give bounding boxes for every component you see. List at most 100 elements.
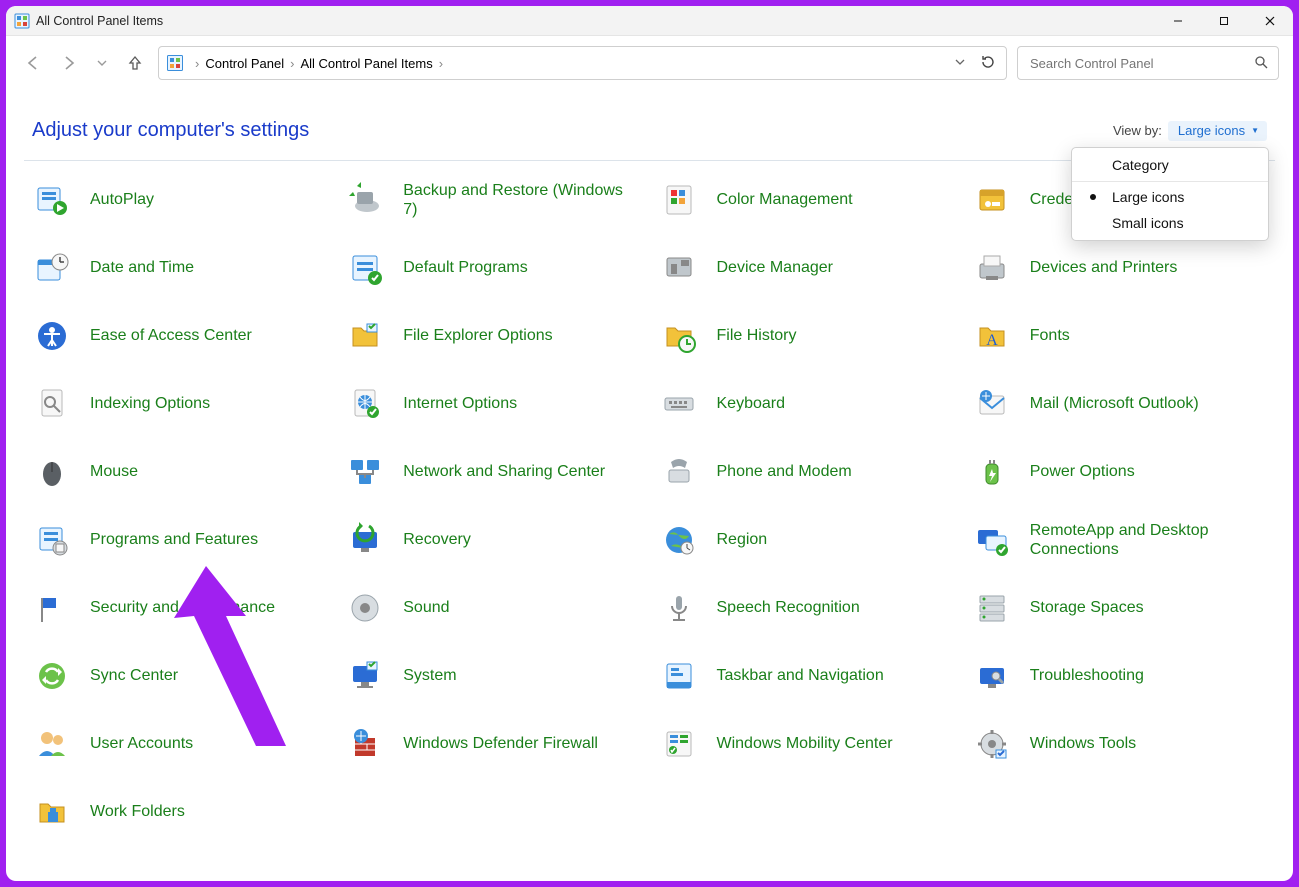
control-panel-item[interactable]: A Fonts (972, 315, 1281, 357)
view-by-dropdown[interactable]: Large icons ▼ (1168, 121, 1267, 141)
control-panel-item[interactable]: RemoteApp and Desktop Connections (972, 519, 1281, 561)
control-panel-item[interactable]: Recovery (345, 519, 654, 561)
control-panel-app-icon (14, 13, 30, 29)
control-panel-item-label: RemoteApp and Desktop Connections (1030, 521, 1260, 559)
control-panel-item-label: Devices and Printers (1030, 258, 1178, 277)
view-by-option-large-icons[interactable]: Large icons (1072, 184, 1268, 210)
control-panel-item[interactable]: Windows Tools (972, 723, 1281, 765)
control-panel-item[interactable]: AutoPlay (32, 179, 341, 221)
control-panel-item-label: Indexing Options (90, 394, 210, 413)
maximize-button[interactable] (1201, 6, 1247, 35)
page-title: Adjust your computer's settings (32, 119, 309, 142)
control-panel-item[interactable]: Region (659, 519, 968, 561)
control-panel-item[interactable]: Date and Time (32, 247, 341, 289)
taskbar-icon (659, 656, 699, 696)
control-panel-item-label: Storage Spaces (1030, 598, 1144, 617)
control-panel-item[interactable]: System (345, 655, 654, 697)
indexing-options-icon (32, 384, 72, 424)
control-panel-item-label: File Explorer Options (403, 326, 552, 345)
control-panel-item[interactable]: Backup and Restore (Windows 7) (345, 179, 654, 221)
nav-recent-dropdown[interactable] (96, 57, 108, 69)
control-panel-item-label: Programs and Features (90, 530, 258, 549)
control-panel-item-label: Sound (403, 598, 449, 617)
region-icon (659, 520, 699, 560)
control-panel-item[interactable]: Ease of Access Center (32, 315, 341, 357)
minimize-button[interactable] (1155, 6, 1201, 35)
view-by-option-small-icons[interactable]: Small icons (1072, 210, 1268, 236)
control-panel-item[interactable]: Storage Spaces (972, 587, 1281, 629)
address-bar[interactable]: › Control Panel › All Control Panel Item… (158, 46, 1007, 80)
file-explorer-options-icon (345, 316, 385, 356)
control-panel-item-label: Sync Center (90, 666, 178, 685)
control-panel-item[interactable]: Mouse (32, 451, 341, 493)
search-box[interactable] (1017, 46, 1279, 80)
nav-forward-button[interactable] (60, 54, 78, 72)
sound-icon (345, 588, 385, 628)
fonts-icon: A (972, 316, 1012, 356)
control-panel-item[interactable]: Device Manager (659, 247, 968, 289)
breadcrumb-current[interactable]: All Control Panel Items (300, 56, 432, 71)
security-maintenance-icon (32, 588, 72, 628)
keyboard-icon (659, 384, 699, 424)
control-panel-item[interactable]: Troubleshooting (972, 655, 1281, 697)
control-panel-item[interactable]: Security and Maintenance (32, 587, 341, 629)
control-panel-item[interactable]: Keyboard (659, 383, 968, 425)
credential-manager-icon (972, 180, 1012, 220)
control-panel-item-label: User Accounts (90, 734, 193, 753)
control-panel-item[interactable]: Devices and Printers (972, 247, 1281, 289)
speech-recognition-icon (659, 588, 699, 628)
control-panel-item-label: System (403, 666, 456, 685)
control-panel-item-label: Taskbar and Navigation (717, 666, 884, 685)
control-panel-item-label: Windows Defender Firewall (403, 734, 598, 753)
refresh-button[interactable] (980, 54, 996, 73)
control-panel-item[interactable]: Color Management (659, 179, 968, 221)
devices-printers-icon (972, 248, 1012, 288)
control-panel-item-label: Troubleshooting (1030, 666, 1144, 685)
nav-back-button[interactable] (24, 54, 42, 72)
recovery-icon (345, 520, 385, 560)
network-icon (345, 452, 385, 492)
control-panel-item[interactable]: User Accounts (32, 723, 341, 765)
control-panel-item[interactable]: Taskbar and Navigation (659, 655, 968, 697)
control-panel-item[interactable]: Default Programs (345, 247, 654, 289)
control-panel-item[interactable]: Mail (Microsoft Outlook) (972, 383, 1281, 425)
windows-tools-icon (972, 724, 1012, 764)
control-panel-item[interactable]: Network and Sharing Center (345, 451, 654, 493)
control-panel-item[interactable]: Speech Recognition (659, 587, 968, 629)
control-panel-window: All Control Panel Items (6, 6, 1293, 881)
toolbar: › Control Panel › All Control Panel Item… (6, 36, 1293, 91)
control-panel-item-label: Recovery (403, 530, 471, 549)
control-panel-item[interactable]: Windows Defender Firewall (345, 723, 654, 765)
control-panel-item[interactable]: Internet Options (345, 383, 654, 425)
control-panel-item[interactable]: Power Options (972, 451, 1281, 493)
control-panel-item[interactable]: File History (659, 315, 968, 357)
control-panel-item-label: Backup and Restore (Windows 7) (403, 181, 633, 219)
control-panel-item[interactable]: Sync Center (32, 655, 341, 697)
control-panel-item-label: Work Folders (90, 802, 185, 821)
control-panel-item[interactable]: Work Folders (32, 791, 341, 833)
phone-modem-icon (659, 452, 699, 492)
work-folders-icon (32, 792, 72, 832)
search-input[interactable] (1028, 55, 1254, 72)
nav-up-button[interactable] (126, 54, 144, 72)
control-panel-item-label: Keyboard (717, 394, 786, 413)
close-button[interactable] (1247, 6, 1293, 35)
view-by-option-category[interactable]: Category (1072, 152, 1268, 182)
control-panel-item-label: Phone and Modem (717, 462, 852, 481)
control-panel-item[interactable]: Programs and Features (32, 519, 341, 561)
breadcrumb-root[interactable]: Control Panel (205, 56, 284, 71)
control-panel-item[interactable]: Indexing Options (32, 383, 341, 425)
control-panel-item[interactable]: Sound (345, 587, 654, 629)
control-panel-item[interactable]: File Explorer Options (345, 315, 654, 357)
chevron-down-icon[interactable] (954, 56, 966, 71)
firewall-icon (345, 724, 385, 764)
control-panel-item-label: Windows Mobility Center (717, 734, 893, 753)
file-history-icon (659, 316, 699, 356)
control-panel-item[interactable]: Windows Mobility Center (659, 723, 968, 765)
control-panel-item[interactable]: Phone and Modem (659, 451, 968, 493)
search-icon[interactable] (1254, 55, 1268, 72)
control-panel-item-label: Color Management (717, 190, 853, 209)
control-panel-item-label: Fonts (1030, 326, 1070, 345)
device-manager-icon (659, 248, 699, 288)
view-by-menu: Category Large icons Small icons (1071, 147, 1269, 241)
